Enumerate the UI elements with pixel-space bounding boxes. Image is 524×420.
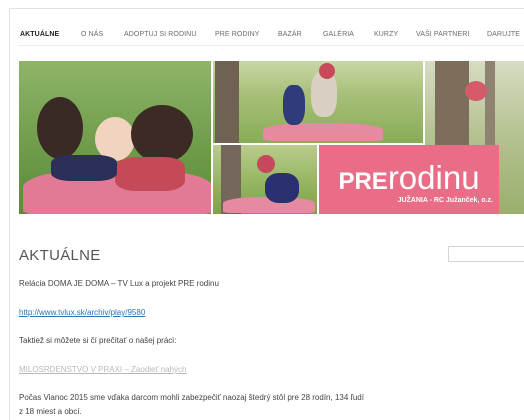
nav-item-aktualne[interactable]: AKTUÁLNE: [20, 31, 59, 38]
link-milosrdenstvo[interactable]: MILOSRDENSTVO V PRAXI – Zaodieť nahých: [19, 365, 187, 374]
brand-subtitle: JUŽANIA - RC Južanček, o.z.: [397, 197, 493, 204]
nav-item-pre-rodiny[interactable]: PRE RODINY: [215, 31, 260, 38]
nav-item-o-nas[interactable]: O NÁS: [81, 31, 103, 38]
paragraph-vianoce-line1: Počas Vianoc 2015 sme vďaka darcom mohli…: [19, 393, 364, 402]
main-navigation: AKTUÁLNE O NÁS ADOPTUJ SI RODINU PRE ROD…: [18, 19, 524, 46]
search-input[interactable]: [448, 246, 524, 262]
paragraph-taktiez: Taktiež si môžete si čí prečítať o našej…: [19, 336, 177, 345]
nav-item-bazar[interactable]: BAZÁR: [278, 31, 302, 38]
family-photo-3: [213, 145, 317, 214]
page-title: AKTUÁLNE: [19, 247, 101, 264]
family-photo-2: [213, 61, 423, 143]
site-logo[interactable]: PRErodinu: [323, 160, 495, 200]
family-photo-1: [19, 61, 211, 214]
nav-item-darujte[interactable]: DARUJTE: [487, 31, 520, 38]
paragraph-relacia: Relácia DOMA JE DOMA – TV Lux a projekt …: [19, 279, 219, 288]
nav-item-vasi-partneri[interactable]: VAŠI PARTNERI: [416, 31, 469, 38]
nav-item-adoptuj-si-rodinu[interactable]: ADOPTUJ SI RODINU: [124, 31, 196, 38]
page-frame: AKTUÁLNE O NÁS ADOPTUJ SI RODINU PRE ROD…: [9, 8, 524, 420]
link-tvlux[interactable]: http://www.tvlux.sk/archiv/play/9580: [19, 308, 145, 317]
paragraph-vianoce-line2: z 18 miest a obcí.: [19, 407, 82, 416]
nav-item-galeria[interactable]: GALÉRIA: [323, 31, 354, 38]
nav-item-kurzy[interactable]: KURZY: [374, 31, 398, 38]
brand-logo-box: PRErodinu JUŽANIA - RC Južanček, o.z.: [319, 145, 499, 214]
header-banner: PRErodinu JUŽANIA - RC Južanček, o.z.: [19, 61, 524, 214]
